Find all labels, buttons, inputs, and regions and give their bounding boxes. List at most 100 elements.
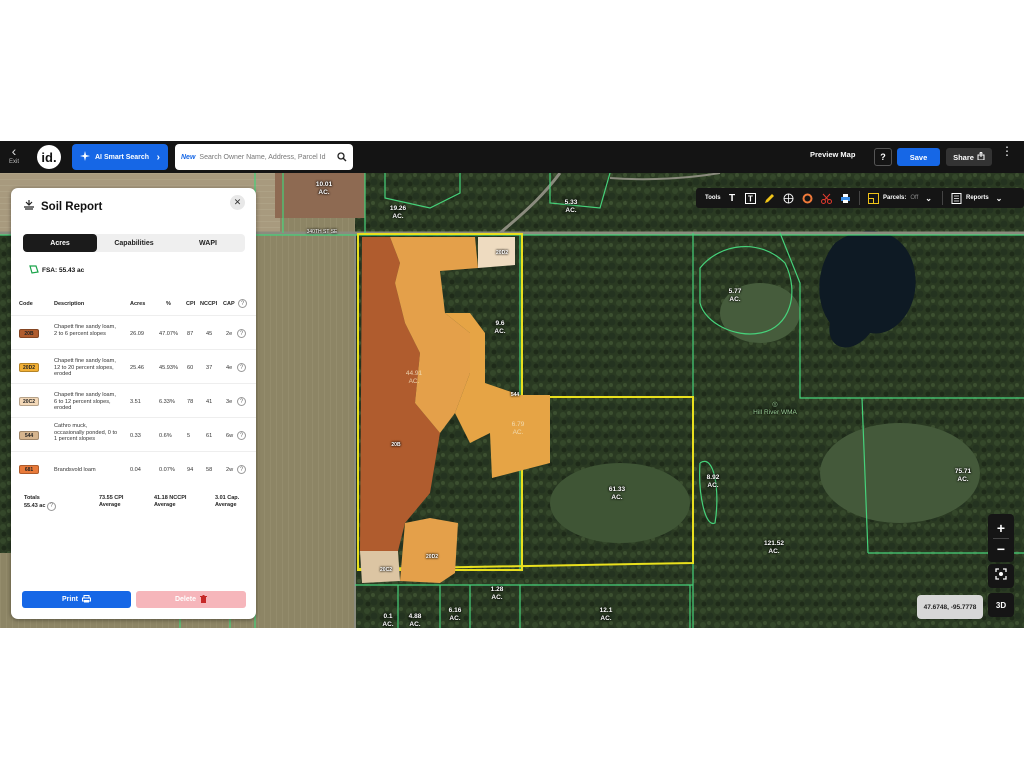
- new-badge: New: [181, 153, 196, 161]
- table-row[interactable]: 20D2 Chapett fine sandy loam, 12 to 20 p…: [11, 349, 256, 383]
- parcels-state: Off: [910, 195, 919, 201]
- reports-label: Reports: [966, 195, 989, 201]
- chevron-down-icon: ⌄: [995, 193, 1003, 203]
- save-button[interactable]: Save: [897, 148, 940, 166]
- soil-cap: 2e: [226, 331, 233, 337]
- help-icon[interactable]: ?: [238, 299, 247, 308]
- soil-nccpi: 58: [206, 467, 213, 473]
- pencil-icon[interactable]: [763, 188, 775, 208]
- help-icon[interactable]: ?: [237, 465, 246, 474]
- soil-cpi: 5: [187, 433, 191, 439]
- column-header-code: Code: [19, 301, 33, 307]
- toolbar-divider: [942, 191, 943, 205]
- acreage-label: 8.92 AC.: [706, 474, 720, 489]
- soil-percent: 45.93%: [159, 365, 178, 371]
- app-window: ‹ Exit id. AI Smart Search › New Search …: [0, 141, 1024, 628]
- ai-smart-search-button[interactable]: AI Smart Search ›: [72, 144, 168, 170]
- road-label: 340TH ST SE: [306, 229, 338, 235]
- reports-icon: [950, 192, 962, 204]
- totals-cpi: 73.55 CPI Average: [99, 495, 124, 508]
- close-icon: ✕: [233, 197, 242, 207]
- coordinates-readout: 47.6748, -95.7778: [917, 595, 983, 619]
- soil-acres: 0.33: [130, 433, 141, 439]
- table-row[interactable]: 681 Brandsvold loam 0.04 0.07% 94 58 2w …: [11, 451, 256, 485]
- tab-wapi[interactable]: WAPI: [171, 234, 245, 252]
- totals-cap: 3.01 Cap. Average: [215, 495, 240, 508]
- tab-capabilities[interactable]: Capabilities: [97, 234, 171, 252]
- share-icon: [977, 151, 985, 162]
- logo[interactable]: id.: [37, 145, 61, 169]
- acreage-label: 12.1 AC.: [599, 607, 613, 622]
- print-label: Print: [62, 596, 78, 603]
- column-header-cpi: CPI: [186, 301, 196, 307]
- svg-text:T: T: [748, 194, 753, 203]
- parcels-label: Parcels:: [883, 195, 907, 201]
- text-tool-icon[interactable]: T: [726, 188, 738, 208]
- preview-map-button[interactable]: Preview Map: [810, 150, 855, 159]
- soil-acres: 0.04: [130, 467, 141, 473]
- fsa-label: FSA: 55.43 ac: [42, 267, 85, 274]
- acreage-label: 121.52 AC.: [764, 540, 784, 555]
- delete-label: Delete: [174, 596, 196, 603]
- acreage-label: 9.6 AC.: [494, 320, 506, 335]
- close-button[interactable]: ✕: [230, 195, 245, 210]
- search-bar[interactable]: New Search Owner Name, Address, Parcel I…: [175, 144, 353, 170]
- reports-menu[interactable]: Reports ⌄: [950, 188, 1002, 208]
- acreage-label: 19.26 AC.: [389, 205, 407, 220]
- more-menu-icon[interactable]: ⋮: [1001, 145, 1013, 157]
- acreage-label: 5.33 AC.: [564, 199, 578, 214]
- crosshair-icon: [995, 567, 1007, 585]
- soil-acres: 3.51: [130, 399, 141, 405]
- delete-button[interactable]: Delete: [136, 591, 246, 608]
- acreage-label: 0.1 AC.: [382, 613, 394, 628]
- help-icon[interactable]: ?: [237, 431, 246, 440]
- tab-acres[interactable]: Acres: [23, 234, 97, 252]
- soil-cap: 6w: [226, 433, 234, 439]
- soil-cap: 4e: [226, 365, 233, 371]
- search-icon[interactable]: [337, 152, 347, 162]
- help-button[interactable]: ?: [874, 148, 892, 166]
- soil-percent: 6.33%: [159, 399, 175, 405]
- parcels-toggle[interactable]: Parcels: Off ⌄: [867, 188, 932, 208]
- locate-button[interactable]: [988, 564, 1014, 588]
- soil-description: Chapett fine sandy loam, 12 to 20 percen…: [54, 358, 116, 377]
- trash-icon: [200, 594, 207, 605]
- share-button[interactable]: Share: [946, 148, 992, 166]
- parcels-icon: [867, 192, 879, 204]
- soil-zone-code: 20D2: [496, 250, 508, 256]
- soil-nccpi: 37: [206, 365, 213, 371]
- soil-description: Cathro muck, occasionally ponded, 0 to 1…: [54, 423, 118, 442]
- totals-acres: Totals 55.43 ac ?: [24, 495, 56, 511]
- soil-description: Chapett fine sandy loam, 2 to 6 percent …: [54, 324, 116, 337]
- table-row[interactable]: 20C2 Chapett fine sandy loam, 6 to 12 pe…: [11, 383, 256, 417]
- 3d-button[interactable]: 3D: [988, 593, 1014, 617]
- print-button[interactable]: Print: [22, 591, 131, 608]
- circle-tool-icon[interactable]: [801, 188, 813, 208]
- zoom-in-button[interactable]: +: [997, 518, 1005, 538]
- exit-button[interactable]: ‹ Exit: [4, 144, 24, 171]
- acreage-label: 10.01 AC.: [315, 181, 333, 196]
- acreage-label: 75.71 AC.: [954, 468, 972, 483]
- panel-title: Soil Report: [41, 200, 103, 213]
- text-box-tool-icon[interactable]: T: [744, 188, 756, 208]
- share-label: Share: [953, 152, 974, 162]
- measure-icon[interactable]: [782, 188, 794, 208]
- map-toolbar: Tools T T Parcels: Off ⌄ Reports ⌄: [696, 188, 1024, 208]
- zoom-out-button[interactable]: −: [997, 539, 1005, 559]
- soil-zone-code: 20D2: [426, 554, 438, 560]
- soil-percent: 0.07%: [159, 467, 175, 473]
- soil-code-badge: 20D2: [19, 363, 39, 372]
- scissors-icon[interactable]: [820, 188, 832, 208]
- table-row[interactable]: 544 Cathro muck, occasionally ponded, 0 …: [11, 417, 256, 451]
- printer-icon[interactable]: [839, 188, 851, 208]
- chevron-down-icon: ⌄: [925, 193, 932, 203]
- table-row[interactable]: 20B Chapett fine sandy loam, 2 to 6 perc…: [11, 315, 256, 349]
- column-header-nccpi: NCCPI: [200, 301, 218, 307]
- help-icon[interactable]: ?: [237, 397, 246, 406]
- tools-label[interactable]: Tools: [705, 188, 721, 208]
- help-icon[interactable]: ?: [237, 329, 246, 338]
- totals-nccpi: 41.18 NCCPI Average: [154, 495, 187, 508]
- help-icon[interactable]: ?: [237, 363, 246, 372]
- soil-zone-code: 20C2: [380, 567, 392, 573]
- search-input[interactable]: Search Owner Name, Address, Parcel Id: [199, 154, 337, 161]
